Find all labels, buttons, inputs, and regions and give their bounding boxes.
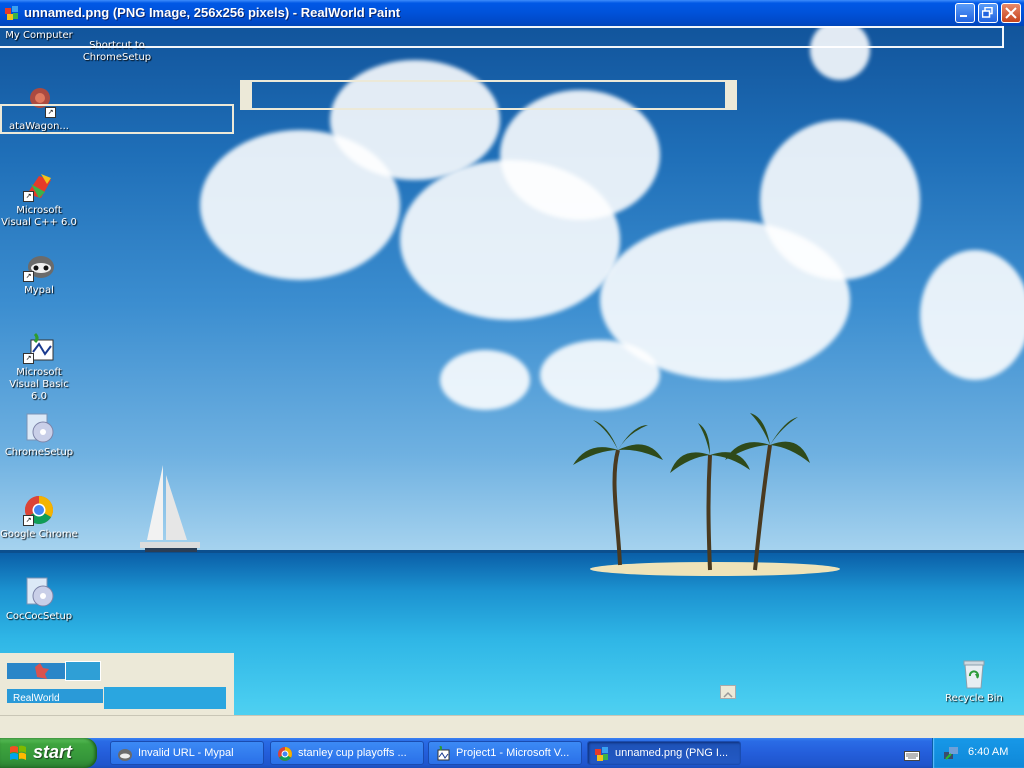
desktop-icon-label: Mypal — [24, 285, 54, 296]
start-label: start — [33, 742, 73, 762]
tool-panel-frame[interactable] — [0, 104, 234, 134]
desktop-icon-google-chrome[interactable]: ↗ Google Chrome — [0, 494, 78, 541]
desktop-icon-chromesetup[interactable]: ChromeSetup — [0, 412, 78, 459]
network-icon[interactable] — [943, 745, 959, 761]
taskbar-button-mypal[interactable]: Invalid URL - Mypal — [110, 741, 264, 765]
visual-cpp-icon: ↗ — [23, 170, 55, 202]
restore-icon — [982, 7, 993, 18]
start-button[interactable]: start — [0, 738, 97, 768]
vb-icon — [437, 746, 450, 761]
window-title: unnamed.png (PNG Image, 256x256 pixels) … — [24, 5, 401, 20]
recycle-bin-icon — [958, 658, 990, 690]
realworld-label: RealWorld — [13, 693, 60, 704]
layers-panel[interactable]: RealWorld — [0, 653, 234, 715]
image-canvas-frame[interactable] — [240, 80, 737, 110]
taskbar-button-chrome[interactable]: stanley cup playoffs ... — [270, 741, 424, 765]
layer-preview[interactable] — [104, 687, 226, 709]
palm-trees — [573, 413, 810, 571]
layer-thumbnail-selected[interactable] — [65, 661, 101, 681]
toolbar-edge — [0, 46, 1004, 48]
taskbar-button-label: stanley cup playoffs ... — [298, 747, 407, 759]
taskbar-button-label: Project1 - Microsoft V... — [456, 747, 570, 759]
sailboat — [140, 465, 200, 552]
taskbar-button-label: unnamed.png (PNG I... — [615, 747, 729, 759]
mypal-icon — [118, 749, 132, 761]
keyboard-icon[interactable] — [904, 747, 920, 761]
windows-logo-icon — [10, 745, 26, 760]
close-button[interactable] — [1001, 3, 1021, 23]
desktop-icon-label: Microsoft Visual Basic 6.0 — [9, 367, 69, 402]
desktop-icon-label: My Computer — [5, 30, 73, 41]
desktop-icon-my-computer[interactable]: My Computer — [0, 30, 78, 42]
layer-row[interactable]: RealWorld — [7, 689, 103, 704]
desktop-icon-coccocsetup[interactable]: CocCocSetup — [0, 576, 78, 623]
chrome-icon: ↗ — [23, 494, 55, 526]
minimize-button[interactable] — [955, 3, 975, 23]
chevron-up-icon — [723, 691, 733, 698]
window-titlebar[interactable]: unnamed.png (PNG Image, 256x256 pixels) … — [0, 0, 1024, 26]
desktop-icon-label: CocCocSetup — [5, 611, 73, 622]
desktop-icon-visual-basic[interactable]: ↗ Microsoft Visual Basic 6.0 — [0, 332, 78, 403]
desktop-icon-label: Shortcut to ChromeSetup — [82, 40, 152, 63]
desktop-icon-label: Recycle Bin — [945, 693, 1003, 704]
taskbar-button-visual-basic[interactable]: Project1 - Microsoft V... — [428, 741, 582, 765]
desktop-icon-label: Google Chrome — [0, 529, 78, 540]
visual-basic-icon: ↗ — [23, 332, 55, 364]
minimize-icon — [960, 15, 967, 17]
layer-thumbnail[interactable] — [7, 663, 65, 679]
desktop-icon-label: Microsoft Visual C++ 6.0 — [1, 205, 77, 228]
desktop-icon-recycle-bin[interactable]: Recycle Bin — [935, 658, 1013, 705]
menu-bar-edge — [0, 26, 1004, 28]
desktop-icon-visual-cpp[interactable]: ↗ Microsoft Visual C++ 6.0 — [0, 170, 78, 229]
desktop-icon-mypal[interactable]: ↗ Mypal — [0, 250, 78, 297]
taskbar: start Invalid URL - Mypal stanley cup pl… — [0, 738, 1024, 768]
clock[interactable]: 6:40 AM — [968, 746, 1008, 758]
chrome-icon — [278, 747, 292, 761]
desktop-icon-shortcut-chromesetup[interactable]: Shortcut to ChromeSetup — [78, 40, 156, 64]
realworld-paint-icon — [595, 747, 608, 761]
mypal-icon: ↗ — [23, 250, 55, 282]
desktop-icon-label: ChromeSetup — [4, 447, 74, 458]
taskbar-button-realworld-paint[interactable]: unnamed.png (PNG I... — [587, 741, 741, 765]
restore-button[interactable] — [978, 3, 998, 23]
realworld-paint-icon[interactable] — [4, 5, 20, 21]
status-bar — [0, 715, 1024, 739]
setup-disc-icon — [23, 412, 55, 444]
scroll-up-button[interactable] — [720, 685, 736, 699]
system-tray: 6:40 AM — [932, 738, 1024, 768]
taskbar-button-label: Invalid URL - Mypal — [138, 747, 234, 759]
setup-disc-icon — [23, 576, 55, 608]
close-icon — [1005, 7, 1017, 19]
toolbar-edge — [1002, 26, 1004, 48]
